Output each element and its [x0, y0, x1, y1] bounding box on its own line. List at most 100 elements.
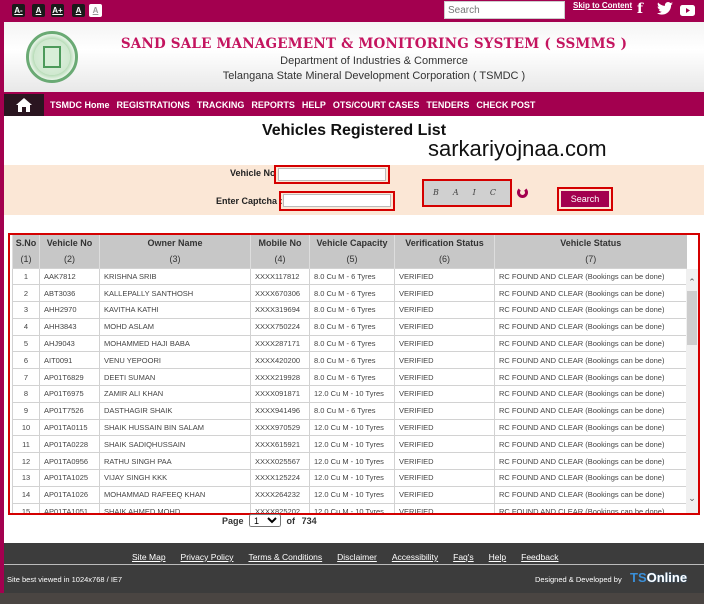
theme-dark-button[interactable]: A	[72, 4, 85, 17]
cell-owner-name: MOHAMMED HAJI BABA	[99, 334, 251, 353]
subheader-3: (3)	[99, 251, 251, 268]
cell-verification-status: VERIFIED	[394, 469, 495, 487]
nav-tsmdc-home[interactable]: TSMDC Home	[50, 100, 110, 110]
cell-vehicle-status: RC FOUND AND CLEAR (Bookings can be done…	[494, 385, 687, 403]
captcha-input[interactable]	[283, 194, 391, 207]
cell-verification-status: VERIFIED	[394, 385, 495, 403]
cell-vehicle-status: RC FOUND AND CLEAR (Bookings can be done…	[494, 418, 687, 437]
pagination: Page 1 of 734	[222, 514, 317, 527]
twitter-icon[interactable]	[657, 2, 673, 18]
cell-owner-name: MOHD ASLAM	[99, 317, 251, 336]
header-sno: S.No	[12, 235, 40, 251]
table-row: 12 AP01TA0956 RATHU SINGH PAA XXXX025567 12.…	[12, 452, 687, 471]
cell-sno: 4	[12, 317, 40, 336]
cell-vehicle-capacity: 12.0 Cu M - 10 Tyres	[309, 435, 395, 454]
scrollbar-thumb[interactable]	[687, 291, 697, 345]
tsonline-logo[interactable]: TSOnline	[630, 570, 687, 585]
table-row: 8 AP01T6975 ZAMIR ALI KHAN XXXX091871 12.0 C…	[12, 385, 687, 403]
cell-mobile-no: XXXX970529	[250, 418, 310, 437]
nav-tracking[interactable]: TRACKING	[197, 100, 245, 110]
cell-vehicle-no: AP01TA1025	[39, 469, 100, 487]
font-increase-button[interactable]: A+	[51, 4, 64, 17]
facebook-icon[interactable]: f	[637, 1, 643, 17]
cell-verification-status: VERIFIED	[394, 284, 495, 303]
table-scrollbar[interactable]: ⌃ ⌄	[686, 269, 698, 513]
cell-mobile-no: XXXX125224	[250, 469, 310, 487]
main-nav: TSMDC Home REGISTRATIONS TRACKING REPORT…	[4, 94, 704, 116]
header-vehicle-status: Vehicle Status	[494, 235, 687, 251]
footer-link-feedback[interactable]: Feedback	[521, 552, 558, 562]
nav-reports[interactable]: REPORTS	[251, 100, 295, 110]
cell-verification-status: VERIFIED	[394, 401, 495, 420]
cell-owner-name: SHAIK SADIQHUSSAIN	[99, 435, 251, 454]
nav-help[interactable]: HELP	[302, 100, 326, 110]
footer-link-faqs[interactable]: Faq's	[453, 552, 474, 562]
cell-mobile-no: XXXX264232	[250, 485, 310, 504]
cell-mobile-no: XXXX287171	[250, 334, 310, 353]
cell-owner-name: RATHU SINGH PAA	[99, 452, 251, 471]
cell-owner-name: SHAIK HUSSAIN BIN SALAM	[99, 418, 251, 437]
footer-link-privacy-policy[interactable]: Privacy Policy	[181, 552, 234, 562]
cell-sno: 8	[12, 385, 40, 403]
cell-vehicle-status: RC FOUND AND CLEAR (Bookings can be done…	[494, 485, 687, 504]
nav-check-post[interactable]: CHECK POST	[476, 100, 535, 110]
scroll-down-icon[interactable]: ⌄	[686, 493, 698, 504]
search-form: Vehicle No : Enter Captcha : BAIC Search	[4, 165, 704, 215]
cell-vehicle-status: RC FOUND AND CLEAR (Bookings can be done…	[494, 401, 687, 420]
cell-mobile-no: XXXX091871	[250, 385, 310, 403]
footer-link-terms[interactable]: Terms & Conditions	[248, 552, 322, 562]
footer-link-disclaimer[interactable]: Disclaimer	[337, 552, 377, 562]
cell-owner-name: KAVITHA KATHI	[99, 301, 251, 319]
youtube-icon[interactable]	[680, 3, 695, 19]
cell-vehicle-capacity: 8.0 Cu M - 6 Tyres	[309, 368, 395, 387]
cell-vehicle-no: AP01TA0228	[39, 435, 100, 454]
footer-link-help[interactable]: Help	[489, 552, 506, 562]
footer-link-site-map[interactable]: Site Map	[132, 552, 166, 562]
home-icon[interactable]	[4, 94, 44, 116]
cell-vehicle-capacity: 12.0 Cu M - 10 Tyres	[309, 452, 395, 471]
skip-to-content-link[interactable]: Skip to Content	[573, 1, 632, 10]
cell-owner-name: DEETI SUMAN	[99, 368, 251, 387]
site-search-input[interactable]	[444, 1, 565, 19]
cell-mobile-no: XXXX025567	[250, 452, 310, 471]
cell-sno: 1	[12, 267, 40, 286]
table-subheader-row: (1) (2) (3) (4) (5) (6) (7)	[12, 251, 687, 268]
cell-vehicle-no: ABT3036	[39, 284, 100, 303]
cell-owner-name: ZAMIR ALI KHAN	[99, 385, 251, 403]
theme-light-button[interactable]: A	[89, 4, 102, 17]
font-normal-button[interactable]: A	[32, 4, 45, 17]
cell-mobile-no: XXXX420200	[250, 351, 310, 370]
cell-vehicle-capacity: 12.0 Cu M - 10 Tyres	[309, 469, 395, 487]
nav-ots-court-cases[interactable]: OTS/COURT CASES	[333, 100, 420, 110]
refresh-captcha-icon[interactable]	[517, 187, 528, 198]
footer-link-accessibility[interactable]: Accessibility	[392, 552, 438, 562]
cell-sno: 3	[12, 301, 40, 319]
cell-verification-status: VERIFIED	[394, 267, 495, 286]
cell-mobile-no: XXXX941496	[250, 401, 310, 420]
subheader-1: (1)	[12, 251, 40, 268]
cell-sno: 7	[12, 368, 40, 387]
captcha-image: BAIC	[422, 179, 512, 207]
header-vehicle-no: Vehicle No	[39, 235, 100, 251]
cell-vehicle-status: RC FOUND AND CLEAR (Bookings can be done…	[494, 351, 687, 370]
cell-vehicle-status: RC FOUND AND CLEAR (Bookings can be done…	[494, 284, 687, 303]
cell-sno: 12	[12, 452, 40, 471]
site-header: SAND SALE MANAGEMENT & MONITORING SYSTEM…	[4, 22, 704, 92]
table-row: 7 AP01T6829 DEETI SUMAN XXXX219928 8.0 Cu M …	[12, 368, 687, 387]
font-decrease-button[interactable]: A-	[12, 4, 25, 17]
cell-owner-name: DASTHAGIR SHAIK	[99, 401, 251, 420]
subheader-4: (4)	[250, 251, 310, 268]
table-row: 13 AP01TA1025 VIJAY SINGH KKK XXXX125224 12.…	[12, 469, 687, 487]
cell-verification-status: VERIFIED	[394, 301, 495, 319]
cell-vehicle-capacity: 8.0 Cu M - 6 Tyres	[309, 317, 395, 336]
search-button[interactable]: Search	[557, 187, 613, 211]
subheader-5: (5)	[309, 251, 395, 268]
cell-verification-status: VERIFIED	[394, 435, 495, 454]
cell-sno: 11	[12, 435, 40, 454]
page-select[interactable]: 1	[249, 514, 282, 527]
nav-registrations[interactable]: REGISTRATIONS	[117, 100, 190, 110]
nav-tenders[interactable]: TENDERS	[426, 100, 469, 110]
cell-verification-status: VERIFIED	[394, 418, 495, 437]
scroll-up-icon[interactable]: ⌃	[686, 277, 698, 288]
vehicle-no-input[interactable]	[278, 168, 386, 181]
